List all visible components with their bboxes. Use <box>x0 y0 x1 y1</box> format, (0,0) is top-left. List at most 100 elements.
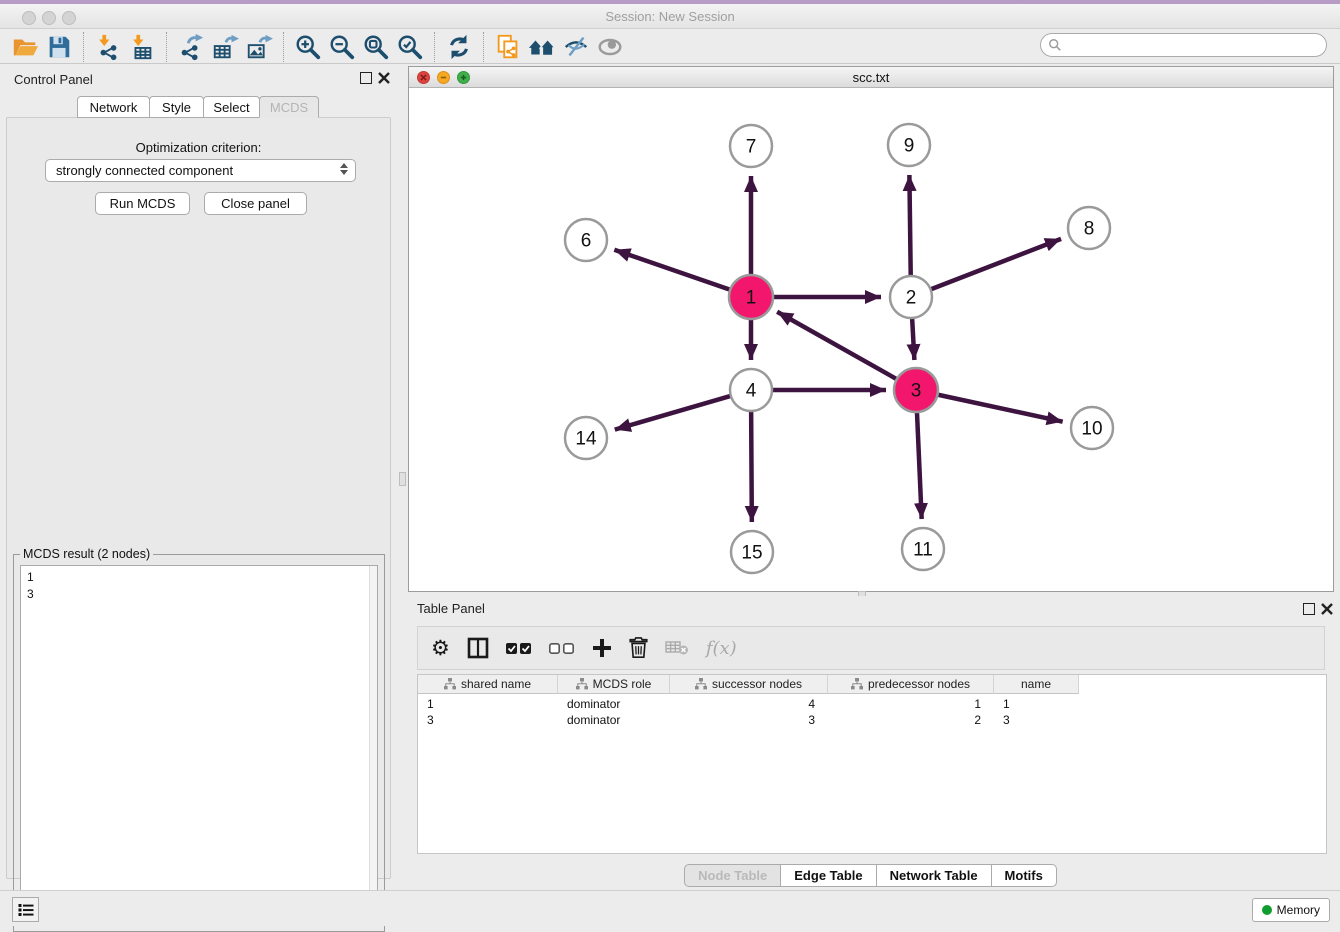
column-header-name[interactable]: name <box>994 675 1079 694</box>
toolbar-separator <box>283 32 284 62</box>
criterion-select[interactable]: strongly connected component <box>45 159 356 182</box>
table-panel-title: Table Panel <box>417 601 485 616</box>
result-scrollbar[interactable] <box>369 566 377 925</box>
table-cell[interactable]: dominator <box>558 696 670 712</box>
delete-column-icon[interactable] <box>629 637 648 659</box>
table-cell[interactable]: 3 <box>418 712 558 728</box>
search-box[interactable] <box>1040 33 1327 57</box>
edge-3-11[interactable] <box>917 409 922 519</box>
node-label: 15 <box>741 543 762 564</box>
export-image-icon[interactable] <box>242 32 276 62</box>
function-builder-icon[interactable]: f(x) <box>706 638 737 659</box>
zoom-out-icon[interactable] <box>325 32 359 62</box>
table-cell[interactable]: 2 <box>828 712 994 728</box>
deselect-all-columns-icon[interactable] <box>549 642 575 655</box>
export-table-icon[interactable] <box>208 32 242 62</box>
memory-button[interactable]: Memory <box>1252 898 1330 922</box>
edge-4-15[interactable] <box>751 409 752 522</box>
node-9[interactable]: 9 <box>888 124 930 166</box>
node-table[interactable]: shared nameMCDS rolesuccessor nodesprede… <box>417 674 1327 854</box>
tab-edge-table[interactable]: Edge Table <box>780 864 876 887</box>
hide-graphics-icon[interactable] <box>559 32 593 62</box>
edge-3-1[interactable] <box>777 312 899 381</box>
tab-network-table[interactable]: Network Table <box>876 864 992 887</box>
add-column-icon[interactable] <box>592 638 612 658</box>
node-14[interactable]: 14 <box>565 417 607 459</box>
refresh-icon[interactable] <box>442 32 476 62</box>
edge-1-6[interactable] <box>614 250 733 291</box>
network-canvas[interactable]: 1 2 3 4 6 7 8 9 10 11 14 15 <box>409 88 1333 591</box>
table-cell[interactable]: 1 <box>418 696 558 712</box>
float-table-panel-icon[interactable] <box>1303 603 1315 615</box>
import-table-icon[interactable] <box>125 32 159 62</box>
table-settings-icon[interactable]: ⚙ <box>431 636 450 661</box>
zoom-in-icon[interactable] <box>291 32 325 62</box>
tab-node-table[interactable]: Node Table <box>684 864 781 887</box>
window-titlebar[interactable]: Session: New Session <box>0 4 1340 29</box>
show-graphics-icon[interactable] <box>593 32 627 62</box>
table-cell[interactable]: 1 <box>828 696 994 712</box>
tab-network[interactable]: Network <box>77 96 150 118</box>
tab-mcds[interactable]: MCDS <box>259 96 319 118</box>
column-header-successor-nodes[interactable]: successor nodes <box>670 675 828 694</box>
table-cell[interactable]: 1 <box>994 696 1079 712</box>
main-toolbar <box>0 30 1340 64</box>
search-input[interactable] <box>1062 36 1326 54</box>
export-network-icon[interactable] <box>174 32 208 62</box>
status-bar: Memory <box>0 890 1340 926</box>
toolbar-separator <box>83 32 84 62</box>
edge-3-10[interactable] <box>935 394 1063 422</box>
delete-table-icon[interactable] <box>665 640 689 656</box>
table-cell[interactable]: dominator <box>558 712 670 728</box>
edge-2-8[interactable] <box>929 239 1061 290</box>
open-session-icon[interactable] <box>8 32 42 62</box>
node-4[interactable]: 4 <box>730 369 772 411</box>
column-header-predecessor-nodes[interactable]: predecessor nodes <box>828 675 994 694</box>
node-label: 1 <box>746 288 757 309</box>
search-icon <box>1048 38 1062 52</box>
node-11[interactable]: 11 <box>902 528 944 570</box>
node-6[interactable]: 6 <box>565 219 607 261</box>
node-15[interactable]: 15 <box>731 531 773 573</box>
table-row[interactable]: 3dominator323 <box>418 712 1326 728</box>
float-panel-icon[interactable] <box>360 72 372 84</box>
first-neighbors-icon[interactable] <box>525 32 559 62</box>
zoom-fit-icon[interactable] <box>359 32 393 62</box>
column-header-MCDS-role[interactable]: MCDS role <box>558 675 670 694</box>
network-frame-titlebar[interactable]: scc.txt <box>409 67 1333 88</box>
node-2[interactable]: 2 <box>890 276 932 318</box>
table-cell[interactable]: 4 <box>670 696 828 712</box>
tab-select[interactable]: Select <box>203 96 260 118</box>
tab-style[interactable]: Style <box>149 96 204 118</box>
node-3[interactable]: 3 <box>894 368 938 412</box>
node-10[interactable]: 10 <box>1071 407 1113 449</box>
save-session-icon[interactable] <box>42 32 76 62</box>
edge-4-14[interactable] <box>615 395 733 429</box>
select-all-columns-icon[interactable] <box>506 642 532 655</box>
table-row[interactable]: 1dominator411 <box>418 696 1326 712</box>
edge-2-3[interactable] <box>912 316 914 360</box>
vertical-splitter[interactable] <box>397 64 408 890</box>
node-1[interactable]: 1 <box>729 275 773 319</box>
close-panel-button[interactable]: Close panel <box>204 192 307 215</box>
column-header-shared-name[interactable]: shared name <box>418 675 558 694</box>
node-7[interactable]: 7 <box>730 125 772 167</box>
optimization-criterion-label: Optimization criterion: <box>7 140 390 155</box>
show-column-panel-icon[interactable] <box>467 637 489 659</box>
table-cell[interactable]: 3 <box>994 712 1079 728</box>
node-label: 14 <box>575 429 597 450</box>
task-history-button[interactable] <box>12 897 39 922</box>
close-table-panel-icon[interactable] <box>1321 603 1333 615</box>
node-label: 6 <box>581 231 592 252</box>
node-8[interactable]: 8 <box>1068 207 1110 249</box>
duplicate-network-icon[interactable] <box>491 32 525 62</box>
zoom-selected-icon[interactable] <box>393 32 427 62</box>
splitter-handle[interactable] <box>399 472 406 486</box>
table-cell[interactable]: 3 <box>670 712 828 728</box>
mcds-result-text[interactable]: 1 3 <box>20 565 378 926</box>
edge-2-9[interactable] <box>909 175 910 278</box>
run-mcds-button[interactable]: Run MCDS <box>95 192 190 215</box>
close-panel-icon[interactable] <box>378 72 390 84</box>
tab-motifs[interactable]: Motifs <box>991 864 1057 887</box>
import-network-icon[interactable] <box>91 32 125 62</box>
